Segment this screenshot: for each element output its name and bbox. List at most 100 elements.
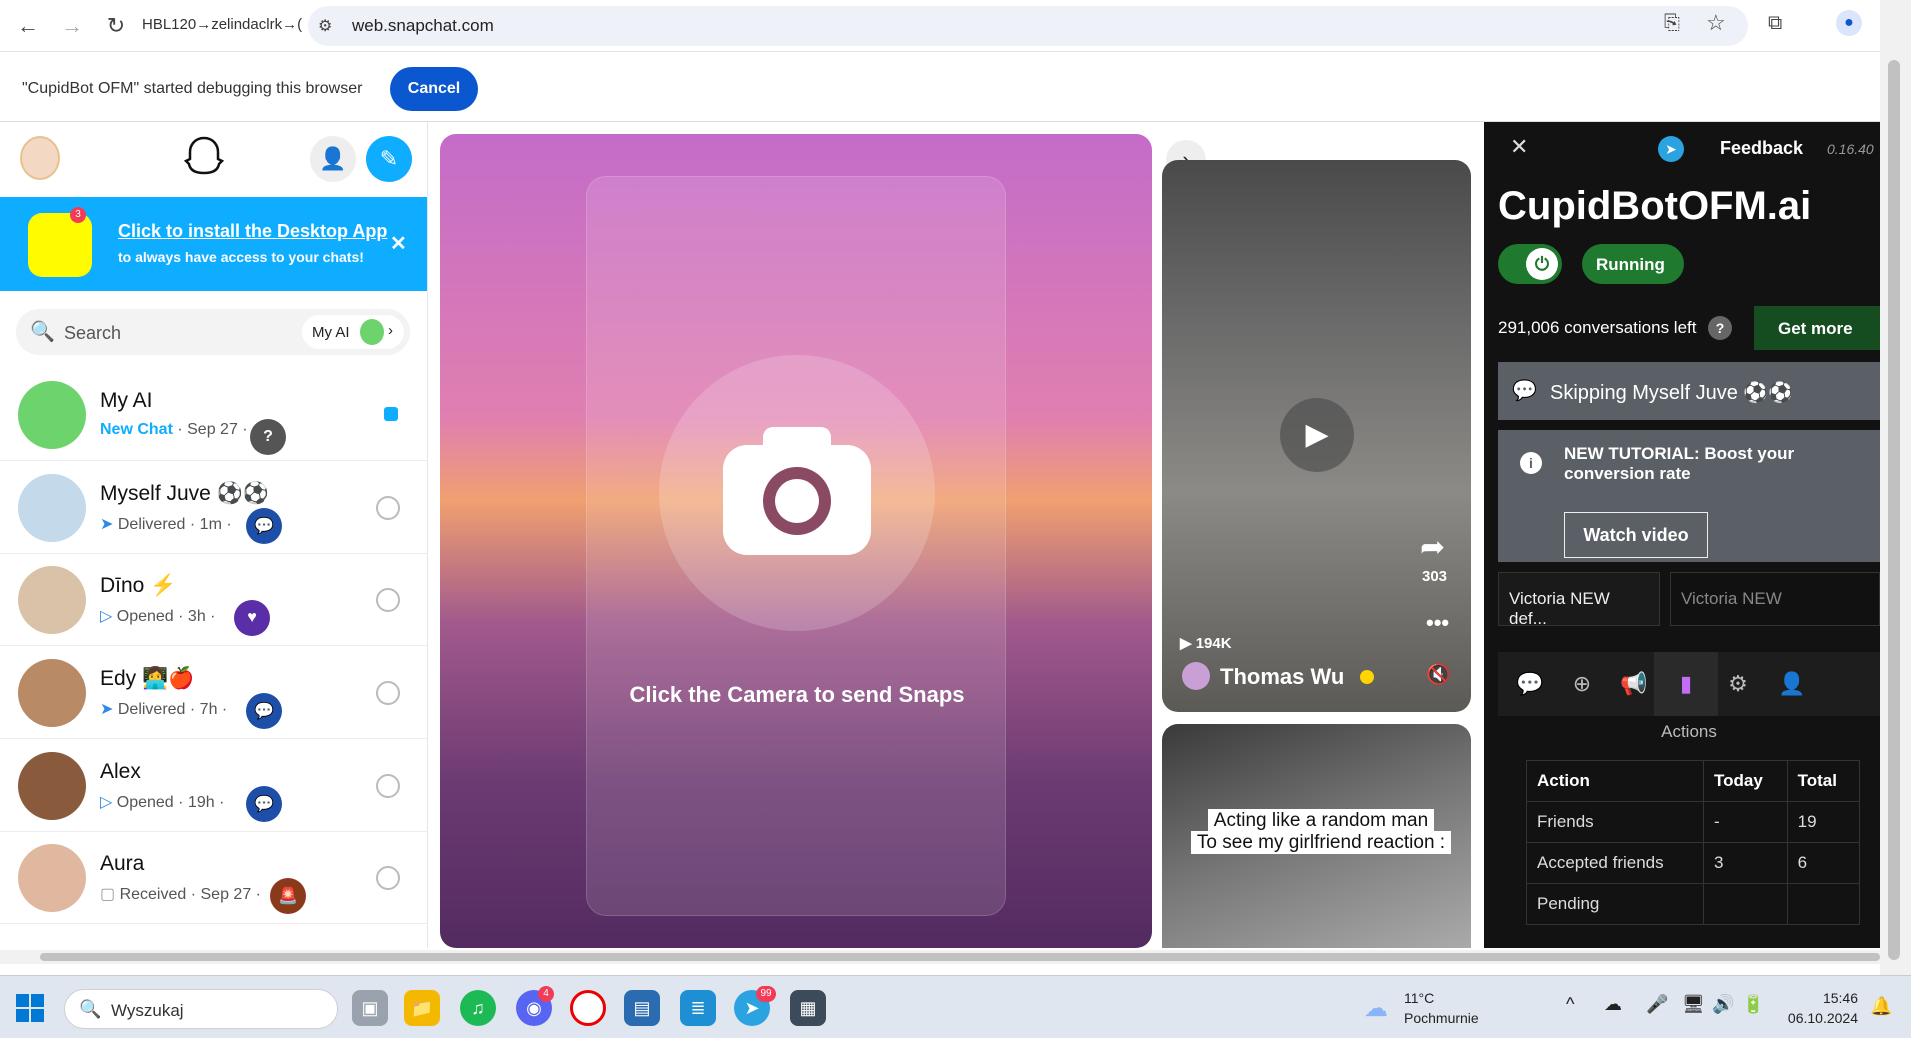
tab-title[interactable]: HBL120→zelindaclrk→( xyxy=(142,16,302,33)
close-icon[interactable]: ✕ xyxy=(1510,134,1528,160)
chevron-right-icon: › xyxy=(388,322,393,339)
opera-icon[interactable] xyxy=(570,990,606,1026)
more-options-icon[interactable]: ••• xyxy=(1426,610,1449,636)
table-cell: 3 xyxy=(1702,842,1788,884)
chat-name: Alex xyxy=(100,760,141,783)
play-icon[interactable]: ▶ xyxy=(1280,398,1354,472)
chat-row-edy[interactable]: Edy 👩‍💻🍎 ➤ Delivered · 7h · 💬 xyxy=(0,647,427,739)
notepad-icon[interactable]: ≣ xyxy=(680,990,716,1026)
chat-row-aura[interactable]: Aura ▢ Received · Sep 27 · 🚨 xyxy=(0,832,427,924)
camera-panel[interactable]: Click the Camera to send Snaps xyxy=(440,134,1152,948)
table-cell xyxy=(1786,883,1861,925)
add-friend-icon[interactable]: 👤 xyxy=(310,136,356,182)
microphone-icon[interactable]: 🎤 xyxy=(1646,994,1668,1015)
debug-infobar: "CupidBot OFM" started debugging this br… xyxy=(0,52,1880,122)
unread-chat-icon xyxy=(384,407,398,421)
creator-name[interactable]: Thomas Wu xyxy=(1220,664,1344,690)
camera-reply-icon[interactable] xyxy=(376,588,400,612)
vertical-scroll-thumb[interactable] xyxy=(1888,60,1900,960)
camera-reply-icon[interactable] xyxy=(376,866,400,890)
camera-icon xyxy=(723,427,871,555)
table-header: Total xyxy=(1786,760,1861,802)
story-card[interactable]: ▶ ➦ 303 ••• ▶ 194K Thomas Wu 🔇 xyxy=(1162,160,1471,712)
back-icon[interactable]: ← xyxy=(12,10,44,42)
discord-badge: 4 xyxy=(538,986,554,1002)
task-view-icon[interactable]: ▣ xyxy=(352,990,388,1026)
feedback-link[interactable]: Feedback xyxy=(1720,138,1803,159)
file-explorer-icon[interactable]: 📁 xyxy=(404,990,440,1026)
vertical-scrollbar[interactable] xyxy=(1880,0,1911,975)
chat-status-prefix: Received xyxy=(119,886,187,903)
model-select-1[interactable]: Victoria NEW def... xyxy=(1498,572,1660,628)
profile-tab-icon[interactable]: 👤 xyxy=(1760,652,1824,716)
clock-date[interactable]: 06.10.2024 xyxy=(1780,1010,1858,1026)
model-select-2[interactable]: Victoria NEW xyxy=(1670,572,1880,626)
chat-status: ▷ Opened · 3h · xyxy=(100,606,216,626)
cancel-debug-button[interactable]: Cancel xyxy=(390,67,478,111)
taskbar-search-placeholder: Wyszukaj xyxy=(111,1001,184,1020)
remote-desktop-icon[interactable]: ▤ xyxy=(624,990,660,1026)
address-bar[interactable] xyxy=(308,6,1748,46)
power-toggle[interactable]: ⏻ xyxy=(1498,244,1562,284)
notification-bell-icon[interactable]: 🔔 xyxy=(1870,996,1892,1017)
extensions-icon[interactable]: ⧉ xyxy=(1768,12,1782,35)
profile-icon[interactable]: ● xyxy=(1836,10,1862,36)
close-banner-icon[interactable]: ✕ xyxy=(390,231,407,256)
cupidbot-panel: ✕ ➤ Feedback 0.16.40 CupidBotOFM.ai ⏻ Ru… xyxy=(1484,122,1880,948)
tutorial-text: NEW TUTORIAL: Boost your conversion rate xyxy=(1564,444,1795,483)
verified-badge-icon xyxy=(1360,670,1374,684)
windows-taskbar: 🔍 Wyszukaj ▣ 📁 ♫ ◉ 4 ▤ ≣ ➤ 99 ▦ ☁ 11°C P… xyxy=(0,975,1911,1038)
camera-card[interactable]: Click the Camera to send Snaps xyxy=(586,176,1006,916)
spotify-icon[interactable]: ♫ xyxy=(460,990,496,1026)
chat-row-my-ai[interactable]: My AI New Chat · Sep 27 · ? xyxy=(0,369,427,461)
url-text[interactable]: web.snapchat.com xyxy=(352,16,494,36)
get-more-button[interactable]: Get more xyxy=(1754,306,1880,350)
skipping-text: Skipping Myself Juve ⚽⚽ xyxy=(1550,382,1794,404)
chat-row-alex[interactable]: Alex ▷ Opened · 19h · 💬 xyxy=(0,740,427,832)
weather-cloud-icon[interactable]: ☁ xyxy=(1364,994,1388,1023)
share-icon[interactable]: ➦ xyxy=(1420,530,1445,565)
table-cell: 6 xyxy=(1786,842,1861,884)
forward-icon[interactable]: → xyxy=(56,10,88,42)
install-app-icon[interactable]: ⎘ xyxy=(1664,12,1680,35)
story-card[interactable]: Acting like a random man To see my girlf… xyxy=(1162,724,1471,948)
battery-icon[interactable]: 🔋 xyxy=(1742,994,1764,1015)
bookmark-star-icon[interactable]: ☆ xyxy=(1706,10,1726,36)
calculator-icon[interactable]: ▦ xyxy=(790,990,826,1026)
onedrive-icon[interactable]: ☁ xyxy=(1604,994,1622,1015)
windows-start-icon[interactable] xyxy=(16,994,44,1022)
reload-icon[interactable]: ↻ xyxy=(100,10,132,42)
camera-reply-icon[interactable] xyxy=(376,774,400,798)
site-settings-icon[interactable]: ⚙ xyxy=(318,16,332,36)
camera-reply-icon[interactable] xyxy=(376,496,400,520)
chat-status: ➤ Delivered · 1m · xyxy=(100,514,232,534)
install-link[interactable]: Click to install the Desktop App xyxy=(118,221,387,242)
user-avatar[interactable] xyxy=(20,136,60,180)
watch-video-button[interactable]: Watch video xyxy=(1564,512,1708,558)
volume-icon[interactable]: 🔊 xyxy=(1712,994,1734,1015)
horizontal-scroll-thumb[interactable] xyxy=(40,953,1880,961)
table-row: Friends - 19 xyxy=(1526,801,1861,843)
telegram-icon[interactable]: ➤ xyxy=(1658,136,1684,162)
chat-row-myself-juve[interactable]: Myself Juve ⚽⚽ ➤ Delivered · 1m · 💬 xyxy=(0,462,427,554)
network-icon[interactable]: 🖥 xyxy=(1682,994,1705,1015)
search-input[interactable]: 🔍 Search My AI › xyxy=(16,309,410,355)
install-badge: 3 xyxy=(70,207,86,223)
help-icon[interactable]: ? xyxy=(1708,316,1732,340)
snapchat-app-icon xyxy=(28,213,92,277)
chat-status-time: · 3h · xyxy=(178,608,216,625)
horizontal-scrollbar[interactable] xyxy=(0,950,1880,964)
new-chat-icon[interactable]: ✎ xyxy=(366,136,412,182)
clock-time[interactable]: 15:46 xyxy=(1794,990,1858,1006)
my-ai-shortcut[interactable]: My AI › xyxy=(302,315,404,349)
camera-button[interactable] xyxy=(659,355,935,631)
camera-reply-icon[interactable] xyxy=(376,681,400,705)
tray-chevron-icon[interactable]: ^ xyxy=(1566,994,1574,1015)
install-desktop-banner[interactable]: 3 Click to install the Desktop App to al… xyxy=(0,197,427,291)
taskbar-search-input[interactable]: 🔍 Wyszukaj xyxy=(64,989,338,1029)
chat-status-time: · Sep 27 · xyxy=(190,886,261,903)
chat-row-dino[interactable]: Dīno ⚡ ▷ Opened · 3h · ♥ xyxy=(0,554,427,646)
mute-icon[interactable]: 🔇 xyxy=(1426,662,1451,687)
chat-bubble-icon: 💬 xyxy=(246,508,282,544)
creator-avatar[interactable] xyxy=(1182,662,1210,690)
